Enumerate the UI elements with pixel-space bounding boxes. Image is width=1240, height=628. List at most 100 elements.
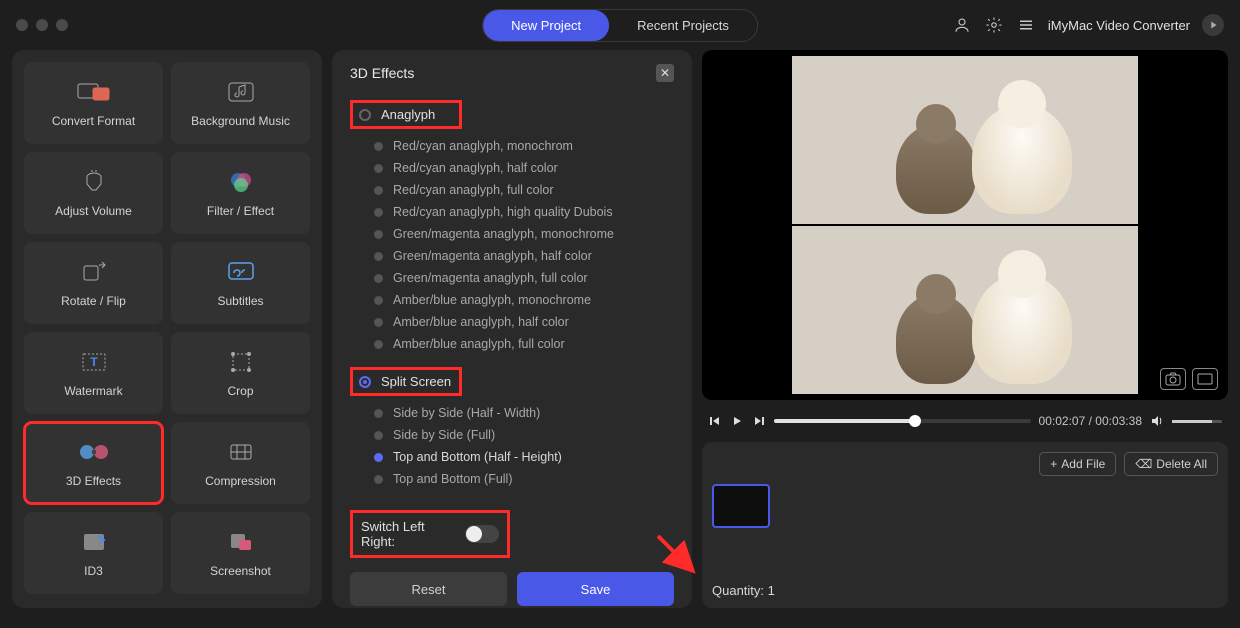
radio-icon — [374, 208, 383, 217]
prev-button[interactable] — [708, 414, 722, 428]
tool-screenshot[interactable]: Screenshot — [171, 512, 310, 594]
window-zoom-dot[interactable] — [56, 19, 68, 31]
tool-id3[interactable]: ID3 — [24, 512, 163, 594]
rotate-flip-icon — [76, 258, 112, 286]
watermark-icon: T — [76, 348, 112, 376]
tool-convert-format[interactable]: Convert Format — [24, 62, 163, 144]
play-button[interactable] — [730, 414, 744, 428]
video-preview — [702, 50, 1228, 400]
anaglyph-options: Red/cyan anaglyph, monochrom Red/cyan an… — [350, 139, 674, 351]
tool-label: ID3 — [84, 564, 103, 578]
tool-background-music[interactable]: Background Music — [171, 62, 310, 144]
preview-image-content — [896, 294, 976, 384]
radio-icon — [374, 340, 383, 349]
preview-image-content — [896, 124, 976, 214]
splitscreen-label: Split Screen — [381, 374, 451, 389]
delete-all-button[interactable]: ⌫Delete All — [1124, 452, 1218, 476]
seek-thumb[interactable] — [909, 415, 921, 427]
splitscreen-option[interactable]: Side by Side (Full) — [374, 428, 674, 442]
compression-icon — [223, 438, 259, 466]
tool-panel: Convert Format Background Music Adjust V… — [12, 50, 322, 608]
project-tabs: New Project Recent Projects — [482, 9, 758, 42]
snapshot-icon[interactable] — [1160, 368, 1186, 390]
trash-icon: ⌫ — [1135, 457, 1152, 471]
anaglyph-option[interactable]: Red/cyan anaglyph, high quality Dubois — [374, 205, 674, 219]
anaglyph-option[interactable]: Amber/blue anaglyph, half color — [374, 315, 674, 329]
tool-label: Convert Format — [52, 114, 135, 128]
volume-icon[interactable] — [1150, 414, 1164, 428]
anaglyph-option[interactable]: Red/cyan anaglyph, full color — [374, 183, 674, 197]
tool-subtitles[interactable]: Subtitles — [171, 242, 310, 324]
tool-label: Crop — [227, 384, 253, 398]
splitscreen-option[interactable]: Top and Bottom (Half - Height) — [374, 450, 674, 464]
switch-left-right-toggle[interactable] — [465, 525, 499, 543]
tool-adjust-volume[interactable]: Adjust Volume — [24, 152, 163, 234]
toggle-knob — [466, 526, 482, 542]
splitscreen-option[interactable]: Top and Bottom (Full) — [374, 472, 674, 486]
switch-label: Switch Left Right: — [361, 519, 457, 549]
next-button[interactable] — [752, 414, 766, 428]
titlebar: New Project Recent Projects iMyMac Video… — [0, 0, 1240, 50]
volume-slider[interactable] — [1172, 420, 1222, 423]
radio-icon — [374, 431, 383, 440]
effects-panel-footer: Reset Save — [350, 558, 674, 606]
preview-column: 00:02:07 / 00:03:38 +Add File ⌫Delete Al… — [702, 50, 1228, 608]
settings-icon[interactable] — [984, 15, 1004, 35]
seek-fill — [774, 419, 915, 423]
reset-button[interactable]: Reset — [350, 572, 507, 606]
tool-label: Adjust Volume — [55, 204, 132, 218]
window-controls — [16, 19, 68, 31]
3d-effects-icon — [76, 438, 112, 466]
tool-watermark[interactable]: T Watermark — [24, 332, 163, 414]
close-panel-button[interactable]: ✕ — [656, 64, 674, 82]
convert-format-icon — [76, 78, 112, 106]
anaglyph-option[interactable]: Green/magenta anaglyph, monochrome — [374, 227, 674, 241]
anaglyph-option[interactable]: Green/magenta anaglyph, full color — [374, 271, 674, 285]
radio-icon — [374, 186, 383, 195]
save-button[interactable]: Save — [517, 572, 674, 606]
adjust-volume-icon — [76, 168, 112, 196]
volume-fill — [1172, 420, 1212, 423]
splitscreen-group-radio[interactable]: Split Screen — [350, 367, 462, 396]
background-music-icon — [223, 78, 259, 106]
account-icon[interactable] — [952, 15, 972, 35]
switch-left-right-row: Switch Left Right: — [350, 510, 510, 558]
tool-3d-effects[interactable]: 3D Effects — [24, 422, 163, 504]
anaglyph-option[interactable]: Amber/blue anaglyph, monochrome — [374, 293, 674, 307]
radio-icon — [359, 109, 371, 121]
tool-rotate-flip[interactable]: Rotate / Flip — [24, 242, 163, 324]
window-minimize-dot[interactable] — [36, 19, 48, 31]
anaglyph-group-radio[interactable]: Anaglyph — [350, 100, 462, 129]
playbar: 00:02:07 / 00:03:38 — [702, 408, 1228, 434]
anaglyph-option[interactable]: Red/cyan anaglyph, half color — [374, 161, 674, 175]
file-thumbnail[interactable] — [712, 484, 770, 528]
id3-icon — [76, 528, 112, 556]
preview-frame-top — [792, 56, 1138, 224]
files-header: +Add File ⌫Delete All — [712, 452, 1218, 476]
effects-panel-header: 3D Effects ✕ — [350, 64, 674, 82]
radio-icon — [374, 274, 383, 283]
effects-panel-title: 3D Effects — [350, 65, 414, 81]
tool-crop[interactable]: Crop — [171, 332, 310, 414]
tool-label: Screenshot — [210, 564, 271, 578]
tab-recent-projects[interactable]: Recent Projects — [609, 10, 757, 41]
anaglyph-option[interactable]: Amber/blue anaglyph, full color — [374, 337, 674, 351]
menu-icon[interactable] — [1016, 15, 1036, 35]
tab-new-project[interactable]: New Project — [483, 10, 609, 41]
splitscreen-option[interactable]: Side by Side (Half - Width) — [374, 406, 674, 420]
app-name: iMyMac Video Converter — [1048, 18, 1190, 33]
seek-slider[interactable] — [774, 419, 1031, 423]
anaglyph-option[interactable]: Red/cyan anaglyph, monochrom — [374, 139, 674, 153]
effects-panel: 3D Effects ✕ Anaglyph Red/cyan anaglyph,… — [332, 50, 692, 608]
tool-label: Watermark — [64, 384, 122, 398]
tool-filter-effect[interactable]: Filter / Effect — [171, 152, 310, 234]
fullscreen-icon[interactable] — [1192, 368, 1218, 390]
preview-image-content — [972, 104, 1072, 214]
add-file-button[interactable]: +Add File — [1039, 452, 1116, 476]
anaglyph-label: Anaglyph — [381, 107, 435, 122]
window-close-dot[interactable] — [16, 19, 28, 31]
preview-image-content — [972, 274, 1072, 384]
preview-overlay-icons — [1160, 368, 1218, 390]
tool-compression[interactable]: Compression — [171, 422, 310, 504]
anaglyph-option[interactable]: Green/magenta anaglyph, half color — [374, 249, 674, 263]
